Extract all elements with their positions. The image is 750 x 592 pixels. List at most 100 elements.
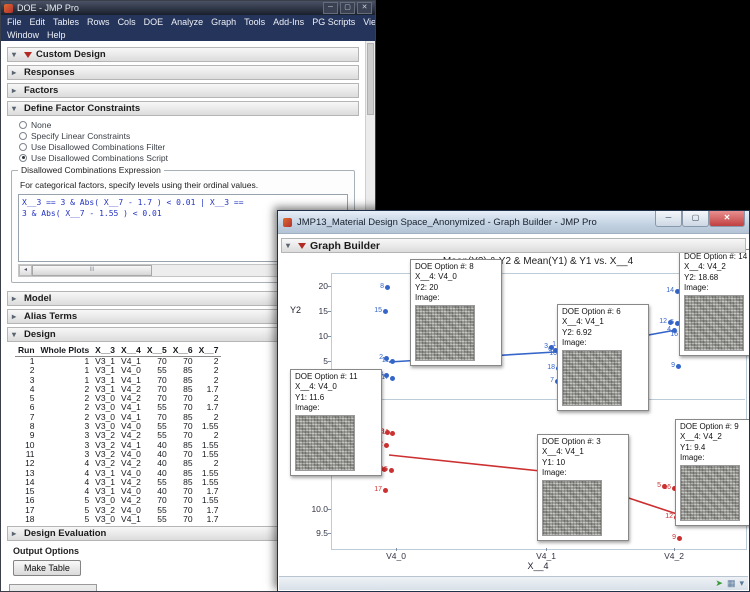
radio-circle-icon[interactable] <box>19 132 27 140</box>
scroll-left-icon[interactable]: ◂ <box>19 265 32 276</box>
doe-menubar: FileEditTablesRowsColsDOEAnalyzeGraphToo… <box>1 15 375 28</box>
disclosure-open-icon[interactable]: ▾ <box>12 51 20 59</box>
design-col-x-6: X__6 <box>170 345 196 357</box>
disclosure-closed-icon[interactable]: ▸ <box>12 530 20 538</box>
radio-circle-icon[interactable] <box>19 121 27 129</box>
menu-analyze[interactable]: Analyze <box>167 17 207 27</box>
tooltip-text: DOE Option #: 14 <box>684 252 750 262</box>
design-col-whole-plots: Whole Plots <box>38 345 93 357</box>
disclosure-closed-icon[interactable]: ▸ <box>12 295 20 303</box>
red-triangle-menu-icon[interactable] <box>298 243 306 249</box>
menu-graph[interactable]: Graph <box>207 17 240 27</box>
radio-option-specify-linear-constraints[interactable]: Specify Linear Constraints <box>19 130 371 141</box>
disclosure-closed-icon[interactable]: ▸ <box>12 69 20 77</box>
radio-option-use-disallowed-combinations-script[interactable]: Use Disallowed Combinations Script <box>19 152 371 163</box>
close-icon[interactable]: ✕ <box>709 211 745 227</box>
menu-add-ins[interactable]: Add-Ins <box>269 17 308 27</box>
x-tick-label: V4_1 <box>536 551 556 561</box>
tooltip-text: Image: <box>415 293 497 303</box>
menu-help[interactable]: Help <box>43 30 70 40</box>
y-tick-label: 15 <box>296 306 328 316</box>
x-tick-mark <box>546 548 547 551</box>
outline-responses[interactable]: ▸ Responses <box>7 65 359 80</box>
data-point-9[interactable] <box>676 364 681 369</box>
graph-builder-window: JMP13_Material Design Space_Anonymized -… <box>277 210 750 592</box>
scrollbar-thumb[interactable]: III <box>32 265 152 276</box>
data-point-2[interactable] <box>384 443 389 448</box>
data-point-15[interactable] <box>389 468 394 473</box>
outline-title: Design Evaluation <box>24 528 106 539</box>
y-tick-label: 9.5 <box>296 528 328 538</box>
caret-down-icon[interactable]: ▾ <box>739 578 744 589</box>
menu-tools[interactable]: Tools <box>240 17 269 27</box>
red-triangle-menu-icon[interactable] <box>24 52 32 58</box>
radio-circle-icon[interactable] <box>19 143 27 151</box>
fabric-image <box>542 480 602 536</box>
tooltip-text: X__4: V4_0 <box>295 382 377 392</box>
outline-title: Factors <box>24 85 58 96</box>
radio-circle-icon[interactable] <box>19 154 27 162</box>
doe-titlebar[interactable]: DOE - JMP Pro ─ ▢ ✕ <box>1 1 375 15</box>
close-icon[interactable]: ✕ <box>357 2 372 14</box>
graph-titlebar[interactable]: JMP13_Material Design Space_Anonymized -… <box>278 211 749 234</box>
minimize-icon[interactable]: ─ <box>655 211 682 227</box>
disclosure-open-icon[interactable]: ▾ <box>286 242 294 250</box>
menu-view[interactable]: View <box>359 17 376 27</box>
make-table-button[interactable]: Make Table <box>13 560 81 576</box>
data-point-9[interactable] <box>677 536 682 541</box>
outline-custom-design[interactable]: ▾ Custom Design <box>7 47 359 62</box>
point-label: 16 <box>664 330 678 339</box>
data-point-8[interactable] <box>385 285 390 290</box>
design-table-row[interactable]: 185V3_0V4_155701.7 <box>15 515 221 524</box>
menu-doe[interactable]: DOE <box>140 17 168 27</box>
menu-edit[interactable]: Edit <box>26 17 50 27</box>
graph-area: Mean(Y2) & Y2 & Mean(Y1) & Y1 vs. X__4 Y… <box>278 211 749 591</box>
menu-rows[interactable]: Rows <box>83 17 114 27</box>
data-point-15[interactable] <box>383 309 388 314</box>
outline-define-factor-constraints[interactable]: ▾ Define Factor Constraints <box>7 101 359 116</box>
data-point-17[interactable] <box>390 376 395 381</box>
radio-option-none[interactable]: None <box>19 119 371 130</box>
disclosure-closed-icon[interactable]: ▸ <box>12 87 20 95</box>
scrollbar-thumb[interactable] <box>367 43 374 115</box>
minimize-icon[interactable]: ─ <box>323 2 338 14</box>
design-col-x-4: X__4 <box>118 345 144 357</box>
data-point-11[interactable] <box>390 431 395 436</box>
menu-window[interactable]: Window <box>3 30 43 40</box>
radio-option-use-disallowed-combinations-filter[interactable]: Use Disallowed Combinations Filter <box>19 141 371 152</box>
data-point-17[interactable] <box>383 488 388 493</box>
outline-title: Alias Terms <box>24 311 77 322</box>
x-tick-mark <box>674 548 675 551</box>
maximize-icon[interactable]: ▢ <box>340 2 355 14</box>
tooltip-text: Y1: 10 <box>542 458 624 468</box>
menu-cols[interactable]: Cols <box>114 17 140 27</box>
tooltip-text: X__4: V4_1 <box>562 317 644 327</box>
outline-title: Design <box>24 329 56 340</box>
green-arrow-icon[interactable]: ➤ <box>715 578 723 589</box>
maximize-icon[interactable]: ▢ <box>682 211 709 227</box>
disclosure-open-icon[interactable]: ▾ <box>12 331 20 339</box>
table-icon[interactable]: ▦ <box>727 578 736 589</box>
hover-tooltip: DOE Option #: 11X__4: V4_0Y1: 11.6Image: <box>290 369 382 476</box>
outline-title: Responses <box>24 67 75 78</box>
design-col-x-7: X__7 <box>196 345 222 357</box>
y-tick-mark <box>328 533 331 534</box>
point-label: 9 <box>662 533 676 542</box>
data-point-11[interactable] <box>390 359 395 364</box>
design-table-cell: 70 <box>170 515 196 524</box>
hover-tooltip: DOE Option #: 9X__4: V4_2Y1: 9.4Image: <box>675 419 750 526</box>
point-label: 7 <box>540 376 554 385</box>
y-tick-label: 20 <box>296 281 328 291</box>
menu-file[interactable]: File <box>3 17 26 27</box>
menu-pg-scripts[interactable]: PG Scripts <box>308 17 359 27</box>
menu-tables[interactable]: Tables <box>49 17 83 27</box>
outline-factors[interactable]: ▸ Factors <box>7 83 359 98</box>
panel-divider <box>331 399 745 400</box>
design-col-run: Run <box>15 345 38 357</box>
outline-graph-builder[interactable]: ▾ Graph Builder <box>281 238 746 253</box>
tooltip-text: Y2: 20 <box>415 283 497 293</box>
disclosure-closed-icon[interactable]: ▸ <box>12 313 20 321</box>
partial-button[interactable] <box>9 584 97 591</box>
code-line: X__3 == 3 & Abs( X__7 - 1.7 ) < 0.01 | X… <box>22 197 344 208</box>
disclosure-open-icon[interactable]: ▾ <box>12 105 20 113</box>
